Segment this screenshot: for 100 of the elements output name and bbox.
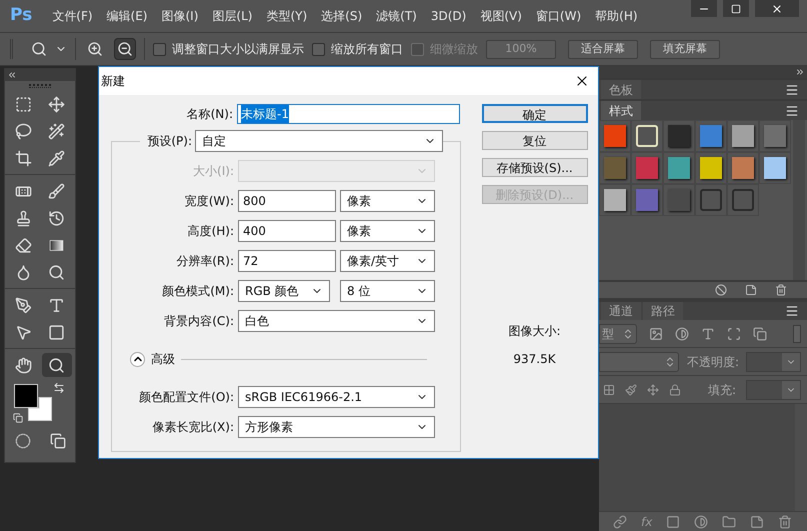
- dropdown[interactable]: 方形像素: [238, 416, 435, 438]
- collapse-icon: [7, 70, 17, 80]
- marquee-icon: [15, 96, 32, 112]
- menu-item[interactable]: 编辑(E): [106, 7, 148, 25]
- shape-filter-icon[interactable]: [727, 326, 741, 340]
- checkbox-label: 调整窗口大小以满屏显示: [172, 41, 304, 58]
- menu-item[interactable]: 滤镜(T): [376, 7, 417, 25]
- adjustment-layer-icon[interactable]: [694, 514, 708, 528]
- swap-colors-icon[interactable]: [53, 382, 65, 394]
- type-filter-icon[interactable]: [701, 326, 715, 340]
- field-label: 预设(P):: [140, 132, 195, 150]
- background-color-swatch[interactable]: [28, 397, 52, 421]
- eyedropper-icon: [48, 150, 65, 166]
- name-field[interactable]: 未标题-1: [237, 104, 460, 124]
- style-swatch[interactable]: [663, 120, 695, 152]
- expand-toggle[interactable]: [130, 352, 145, 366]
- panel-menu-icon[interactable]: [785, 82, 799, 96]
- half-circle-icon[interactable]: [675, 326, 689, 340]
- foreground-color-swatch[interactable]: [14, 384, 38, 408]
- menu-item[interactable]: 帮助(H): [595, 7, 638, 25]
- style-swatch[interactable]: [599, 184, 631, 216]
- droplet-icon: [15, 264, 32, 280]
- style-swatch[interactable]: [759, 120, 791, 152]
- grip-handle[interactable]: [29, 84, 51, 88]
- zoom-out-button[interactable]: [114, 38, 136, 60]
- panel-tab[interactable]: 样式: [601, 101, 641, 120]
- dialog-button[interactable]: 复位: [482, 131, 588, 150]
- style-swatch[interactable]: [631, 152, 663, 184]
- folder-icon[interactable]: [722, 514, 736, 528]
- style-swatch[interactable]: [727, 120, 759, 152]
- menu-item[interactable]: 视图(V): [480, 7, 522, 25]
- panel-menu-icon[interactable]: [785, 304, 799, 318]
- style-swatch[interactable]: [759, 152, 791, 184]
- tool-button[interactable]: [42, 353, 72, 377]
- dropdown[interactable]: 8 位: [340, 280, 435, 302]
- scrollbar[interactable]: [793, 120, 805, 280]
- style-swatch[interactable]: [631, 184, 663, 216]
- toolbar-button[interactable]: 填充屏幕: [650, 40, 720, 58]
- dropdown[interactable]: 自定: [195, 130, 443, 152]
- opacity-field[interactable]: [746, 352, 801, 372]
- lock-icon[interactable]: [669, 384, 681, 396]
- field-label: 颜色配置文件(O):: [138, 389, 235, 406]
- trash-icon[interactable]: [778, 514, 792, 528]
- close-button[interactable]: [755, 0, 799, 17]
- new-style-icon[interactable]: [745, 284, 757, 296]
- dropdown[interactable]: 白色: [238, 310, 435, 332]
- toolbar-button[interactable]: 适合屏幕: [568, 40, 638, 58]
- field-label: 大小(I):: [192, 163, 235, 180]
- filter-toggle[interactable]: [793, 324, 801, 342]
- fill-field[interactable]: [746, 380, 801, 400]
- checkbox[interactable]: [312, 42, 325, 56]
- menu-item[interactable]: 3D(D): [430, 7, 466, 25]
- dropdown[interactable]: sRGB IEC61966-2.1: [238, 386, 435, 408]
- image-filter-icon[interactable]: [649, 326, 663, 340]
- style-swatch[interactable]: [663, 184, 695, 216]
- panel-tab[interactable]: 色板: [601, 80, 641, 99]
- zoom-tool-icon[interactable]: [31, 41, 47, 57]
- menu-item[interactable]: 文件(F): [52, 7, 93, 25]
- maximize-button[interactable]: [723, 0, 749, 17]
- dropdown[interactable]: RGB 颜色: [238, 280, 330, 302]
- image-size-value: 937.5K: [513, 351, 556, 368]
- menu-item[interactable]: 图层(L): [212, 7, 252, 25]
- clear-style-icon[interactable]: [715, 284, 727, 296]
- style-swatch[interactable]: [599, 120, 631, 152]
- menu-item[interactable]: 选择(S): [321, 7, 362, 25]
- number-field[interactable]: 72: [238, 250, 336, 272]
- quick-mask-icon[interactable]: [14, 433, 30, 449]
- menu-item[interactable]: 窗口(W): [536, 7, 582, 25]
- number-field[interactable]: 800: [238, 190, 336, 212]
- dialog-button[interactable]: 确定: [482, 104, 588, 123]
- style-swatch[interactable]: [599, 152, 631, 184]
- style-swatch[interactable]: [631, 120, 663, 152]
- new-layer-icon[interactable]: [750, 514, 764, 528]
- style-swatch[interactable]: [695, 152, 727, 184]
- style-swatch[interactable]: [727, 152, 759, 184]
- style-swatch[interactable]: [695, 184, 727, 216]
- pointer-icon: [15, 324, 32, 340]
- up-down-icon: [664, 356, 676, 368]
- brush-lock-icon[interactable]: [625, 384, 637, 396]
- panel-tab[interactable]: 通道: [601, 302, 641, 320]
- dropdown[interactable]: 像素: [340, 220, 435, 242]
- style-swatch[interactable]: [663, 152, 695, 184]
- panel-tab[interactable]: 路径: [643, 302, 683, 320]
- menu-item[interactable]: 图像(I): [162, 7, 198, 25]
- number-field[interactable]: 400: [238, 220, 336, 242]
- dropdown[interactable]: 像素: [340, 190, 435, 212]
- style-swatch[interactable]: [695, 120, 727, 152]
- layer-mask-icon[interactable]: [666, 514, 680, 528]
- panel-menu-icon[interactable]: [785, 104, 799, 118]
- style-swatch[interactable]: [727, 184, 759, 216]
- dropdown[interactable]: 像素/英寸: [340, 250, 435, 272]
- trash-icon[interactable]: [775, 284, 787, 296]
- move-lock-icon[interactable]: [647, 384, 659, 396]
- dialog-button[interactable]: 存储预设(S)...: [482, 158, 588, 177]
- field-label: 宽度(W):: [184, 193, 235, 210]
- menu-item[interactable]: 类型(Y): [266, 7, 308, 25]
- up-down-icon: [622, 328, 634, 340]
- app-logo: Ps: [10, 4, 32, 28]
- checkbox[interactable]: [153, 42, 166, 56]
- link-icon[interactable]: [613, 514, 627, 528]
